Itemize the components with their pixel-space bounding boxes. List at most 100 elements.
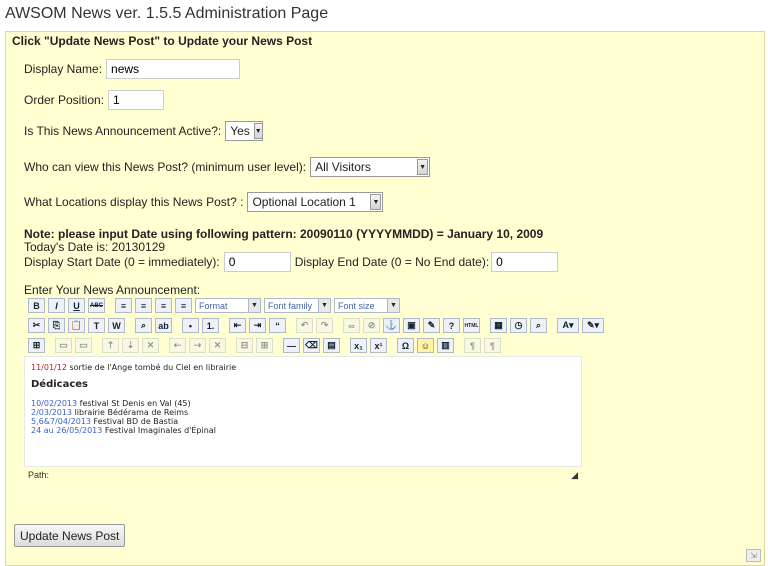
editor-toolbar-row-1: B I U ABC ≡ ≡ ≡ ≡ Format ▼ Font family ▼… xyxy=(28,298,400,313)
page-title: AWSOM News ver. 1.5.5 Administration Pag… xyxy=(5,5,329,22)
chevron-down-icon: ▼ xyxy=(248,299,260,312)
active-row: Is This News Announcement Active?: Yes ▼ xyxy=(24,121,264,141)
italic-button[interactable]: I xyxy=(48,298,65,313)
copy-icon[interactable]: ⎘ xyxy=(48,318,65,333)
split-cells-icon[interactable]: ⊟ xyxy=(236,338,253,353)
chevron-down-icon: ▼ xyxy=(370,194,382,210)
link-icon[interactable]: ∞ xyxy=(343,318,360,333)
redo-icon[interactable]: ↷ xyxy=(316,318,333,333)
merge-cells-icon[interactable]: ⊞ xyxy=(256,338,273,353)
event-date: 10/02/2013 xyxy=(31,399,78,408)
event-text: Festival BD de Bastia xyxy=(90,417,179,426)
end-date-input[interactable] xyxy=(491,252,559,272)
locations-label: What Locations display this News Post? : xyxy=(24,195,244,209)
font-family-select[interactable]: Font family ▼ xyxy=(264,298,331,313)
rtl-icon[interactable]: ¶ xyxy=(484,338,501,353)
release-date: 11/01/12 xyxy=(31,363,67,372)
release-line: 11/01/12 sortie de l'Ange tombé du Ciel … xyxy=(31,363,575,372)
align-left-icon[interactable]: ≡ xyxy=(115,298,132,313)
special-char-icon[interactable]: Ω xyxy=(397,338,414,353)
start-date-input[interactable] xyxy=(223,252,291,272)
text-color-icon[interactable]: A▾ xyxy=(557,318,579,333)
release-text: sortie de l'Ange tombé du Ciel en librai… xyxy=(66,363,237,372)
resize-handle-icon[interactable]: ◢ xyxy=(571,470,578,481)
paste-word-icon[interactable]: W xyxy=(108,318,125,333)
display-name-input[interactable] xyxy=(106,59,241,79)
format-select[interactable]: Format ▼ xyxy=(195,298,261,313)
dedicaces-heading: Dédicaces xyxy=(31,379,89,390)
outdent-icon[interactable]: ⇤ xyxy=(229,318,246,333)
editor-label: Enter Your News Announcement: xyxy=(24,283,201,297)
insert-time-icon[interactable]: ◷ xyxy=(510,318,527,333)
blockquote-icon[interactable]: “ xyxy=(269,318,286,333)
update-news-post-button[interactable]: Update News Post xyxy=(14,524,126,547)
expand-icon[interactable]: ⇲ xyxy=(746,549,761,562)
replace-icon[interactable]: ab xyxy=(155,318,172,333)
emoticon-icon[interactable]: ☺ xyxy=(417,338,434,353)
bold-button[interactable]: B xyxy=(28,298,45,313)
editor-toolbar-row-3: ⊞ ▭ ▭ ⇡ ⇣ ✕ ⇠ ⇢ ✕ ⊟ ⊞ — ⌫ ▤ x₁ x¹ Ω ☺ ▥ … xyxy=(28,338,501,353)
locations-select-value: Optional Location 1 xyxy=(252,195,356,209)
ltr-icon[interactable]: ¶ xyxy=(464,338,481,353)
highlight-color-icon[interactable]: ✎▾ xyxy=(582,318,604,333)
help-icon[interactable]: ? xyxy=(443,318,460,333)
align-right-icon[interactable]: ≡ xyxy=(155,298,172,313)
locations-row: What Locations display this News Post? :… xyxy=(24,192,384,212)
event-text: festival St Denis en Val (45) xyxy=(77,399,191,408)
form-header: Click "Update News Post" to Update your … xyxy=(12,34,313,48)
row-props-icon[interactable]: ▭ xyxy=(55,338,72,353)
numbered-list-icon[interactable]: 1. xyxy=(202,318,219,333)
remove-format-icon[interactable]: ⌫ xyxy=(303,338,320,353)
chevron-down-icon: ▼ xyxy=(253,123,263,139)
bullet-list-icon[interactable]: • xyxy=(182,318,199,333)
event-date: 5,6&7/04/2013 xyxy=(31,417,91,426)
news-edit-panel: Click "Update News Post" to Update your … xyxy=(5,31,765,566)
format-select-label: Format xyxy=(199,300,228,311)
col-after-icon[interactable]: ⇢ xyxy=(189,338,206,353)
locations-select[interactable]: Optional Location 1 ▼ xyxy=(247,192,384,212)
order-position-label: Order Position: xyxy=(24,93,105,107)
paste-icon[interactable]: 📋 xyxy=(68,318,85,333)
chevron-down-icon: ▼ xyxy=(318,299,330,312)
horizontal-rule-icon[interactable]: — xyxy=(283,338,300,353)
strikethrough-button[interactable]: ABC xyxy=(88,298,105,313)
media-icon[interactable]: ▥ xyxy=(437,338,454,353)
unlink-icon[interactable]: ⊘ xyxy=(363,318,380,333)
cut-icon[interactable]: ✂ xyxy=(28,318,45,333)
event-text: Festival Imaginales d'Épinal xyxy=(102,426,216,435)
row-before-icon[interactable]: ⇡ xyxy=(102,338,119,353)
align-justify-icon[interactable]: ≡ xyxy=(175,298,192,313)
editor-toolbar-row-2: ✂ ⎘ 📋 T W ⌕ ab • 1. ⇤ ⇥ “ ↶ ↷ ∞ ⊘ ⚓ ▣ ✎ … xyxy=(28,318,604,333)
active-select[interactable]: Yes ▼ xyxy=(225,121,264,141)
undo-icon[interactable]: ↶ xyxy=(296,318,313,333)
date-range-row: Display Start Date (0 = immediately): Di… xyxy=(24,252,559,272)
indent-icon[interactable]: ⇥ xyxy=(249,318,266,333)
align-center-icon[interactable]: ≡ xyxy=(135,298,152,313)
delete-col-icon[interactable]: ✕ xyxy=(209,338,226,353)
delete-row-icon[interactable]: ✕ xyxy=(142,338,159,353)
superscript-icon[interactable]: x¹ xyxy=(370,338,387,353)
image-icon[interactable]: ▣ xyxy=(403,318,420,333)
order-position-input[interactable] xyxy=(108,90,165,110)
html-source-icon[interactable]: HTML xyxy=(463,318,480,333)
subscript-icon[interactable]: x₁ xyxy=(350,338,367,353)
paste-text-icon[interactable]: T xyxy=(88,318,105,333)
news-editor-content[interactable]: 11/01/12 sortie de l'Ange tombé du Ciel … xyxy=(24,356,582,467)
visual-aid-icon[interactable]: ▤ xyxy=(323,338,340,353)
list-item: 5,6&7/04/2013 Festival BD de Bastia xyxy=(31,417,575,426)
anchor-icon[interactable]: ⚓ xyxy=(383,318,400,333)
table-icon[interactable]: ⊞ xyxy=(28,338,45,353)
font-size-select[interactable]: Font size ▼ xyxy=(334,298,400,313)
underline-button[interactable]: U xyxy=(68,298,85,313)
insert-date-icon[interactable]: ▦ xyxy=(490,318,507,333)
cleanup-icon[interactable]: ✎ xyxy=(423,318,440,333)
preview-icon[interactable]: ⌕ xyxy=(530,318,547,333)
find-icon[interactable]: ⌕ xyxy=(135,318,152,333)
row-after-icon[interactable]: ⇣ xyxy=(122,338,139,353)
font-family-select-label: Font family xyxy=(268,300,313,311)
visibility-select-value: All Visitors xyxy=(315,160,371,174)
visibility-label: Who can view this News Post? (minimum us… xyxy=(24,160,307,174)
col-before-icon[interactable]: ⇠ xyxy=(169,338,186,353)
cell-props-icon[interactable]: ▭ xyxy=(75,338,92,353)
visibility-select[interactable]: All Visitors ▼ xyxy=(310,157,431,177)
